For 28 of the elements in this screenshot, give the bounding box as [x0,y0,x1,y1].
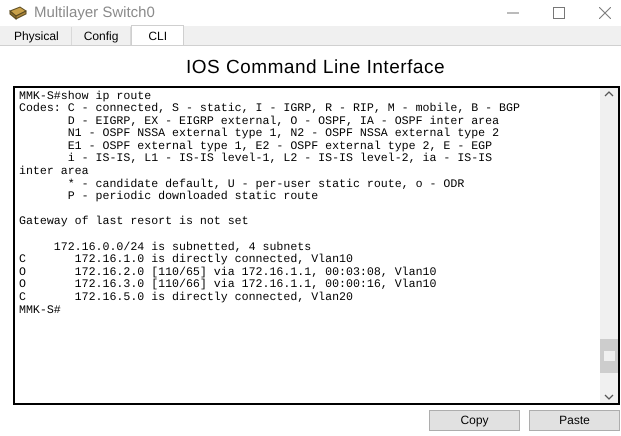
terminal-line: MMK-S# [19,304,61,318]
terminal-line: D - EIGRP, EX - EIGRP external, O - OSPF, IA - OSPF inter area [66,116,500,128]
page-heading: IOS Command Line Interface [184,56,446,80]
terminal-line: C 172.16.1.0 is directly connected, Vlan10 [19,254,353,266]
scroll-up-icon[interactable] [604,90,614,96]
terminal-line: Codes: C - connected, S - static, I - IGRP, R - RIP, M - mobile, B - BGP [19,103,520,116]
switch-icon [8,5,28,21]
scrollbar-thumb[interactable] [600,339,618,373]
close-icon[interactable] [599,7,611,19]
terminal-line: E1 - OSPF external type 1, E2 - OSPF external type 2, E - EGP [66,140,492,153]
terminal-line: * - candidate default, U - per-user static route, o - ODR [66,178,464,191]
terminal-line: N1 - OSPF NSSA external type 1, N2 - OSPF NSSA external type 2 [66,128,500,140]
terminal-line: P - periodic downloaded static route [66,191,318,204]
tab[interactable]: CLI [131,25,184,45]
action-button[interactable]: Copy [429,410,520,430]
terminal-line: C 172.16.5.0 is directly connected, Vlan20 [19,292,353,305]
terminal-line: 172.16.0.0/24 is subnetted, 4 subnets [52,242,312,254]
terminal-line: inter area [19,166,89,178]
terminal-line: MMK-S#show ip route [19,90,152,102]
terminal-line: O 172.16.3.0 [110/66] via 172.16.1.1, 00:00:16, Vlan10 [19,279,436,292]
action-button[interactable]: Paste [529,410,620,430]
maximize-icon[interactable] [553,7,565,19]
terminal-line: O 172.16.2.0 [110/65] via 172.16.1.1, 00:03:08, Vlan10 [19,266,436,279]
scrollbar[interactable] [600,88,618,402]
terminal-line: Gateway of last resort is not set [19,216,249,230]
window-title: Multilayer Switch0 [34,2,155,23]
terminal-line: i - IS-IS, L1 - IS-IS level-1, L2 - IS-IS level-2, ia - IS-IS [66,153,492,166]
scroll-down-icon[interactable] [604,394,614,400]
